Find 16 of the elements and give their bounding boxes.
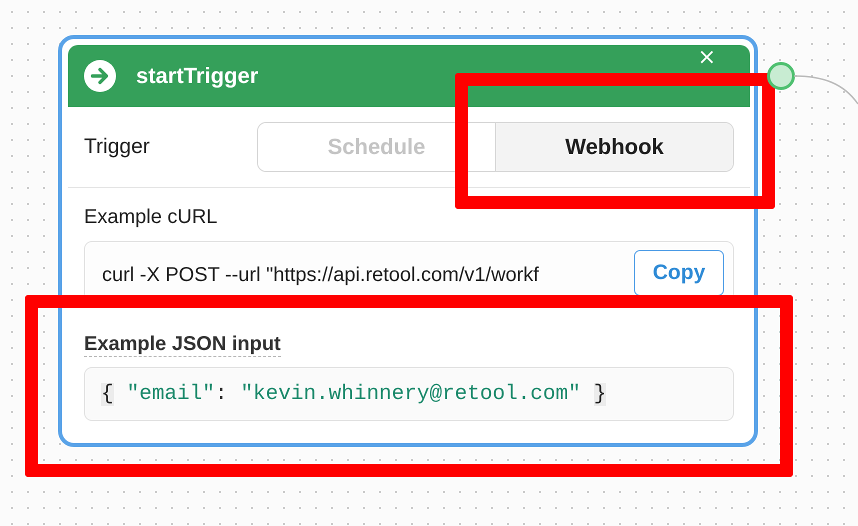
code-token: "email": [126, 382, 215, 406]
connector-line: [794, 75, 858, 104]
code-token: {: [101, 382, 114, 406]
code-token: :: [214, 382, 228, 406]
node-title: startTrigger: [136, 63, 258, 89]
json-code-field[interactable]: { "email": "kevin.whinnery@retool.com" }: [84, 367, 734, 421]
curl-label: Example cURL: [84, 206, 218, 229]
json-input-label: Example JSON input: [84, 333, 281, 357]
copy-button[interactable]: Copy: [634, 250, 724, 296]
output-port[interactable]: [767, 62, 795, 90]
curl-command: curl -X POST --url "https://api.retool.com/v1/workf: [102, 264, 540, 287]
arrow-circle-icon: [84, 60, 116, 92]
trigger-option-tab[interactable]: Webhook: [496, 123, 733, 171]
code-token: "kevin.whinnery@retool.com": [240, 382, 581, 406]
trigger-label: Trigger: [84, 135, 151, 159]
code-token: }: [594, 382, 606, 406]
